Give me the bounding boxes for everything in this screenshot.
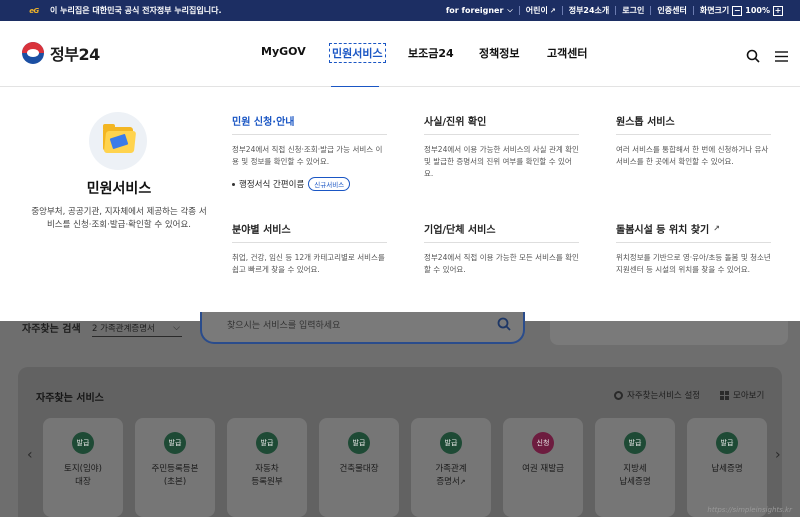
menu-link-category[interactable]: 분야별 서비스 <box>232 220 387 237</box>
issue-badge: 발급 <box>348 432 370 454</box>
nav-civil-service[interactable]: 민원서비스 <box>329 43 386 63</box>
carousel-prev-icon[interactable]: ‹ <box>27 447 33 463</box>
service-card-label: 여권 재발급 <box>522 464 564 474</box>
carousel-next-icon[interactable]: › <box>775 447 781 463</box>
apply-badge: 신청 <box>532 432 554 454</box>
menu-link-care-location[interactable]: 돌봄시설 등 위치 찾기 ↗ <box>616 220 771 237</box>
service-card-label: 건축물대장 <box>339 464 379 474</box>
service-card-label: 지방세 납세증명 <box>619 464 651 487</box>
frequent-services-setting-button[interactable]: 자주찾는서비스 설정 <box>614 389 700 401</box>
mega-menu-description: 중앙부처, 공공기관, 지자체에서 제공하는 각종 서비스를 신청·조회·발급·… <box>31 207 207 230</box>
menu-section-civil-apply: 민원 신청·안내 정부24에서 직접 신청·조회·발급 가능 서비스 이용 및 … <box>232 112 387 191</box>
search-placeholder: 찾으시는 서비스를 입력하세요 <box>227 321 341 331</box>
service-card[interactable]: 신청 여권 재발급 <box>503 418 583 517</box>
login-link[interactable]: 로그인 <box>616 5 650 16</box>
section-description: 정부24에서 직접 신청·조회·발급 가능 서비스 이용 및 정보를 확인할 수… <box>232 145 383 166</box>
egov-logo: eG <box>29 6 39 15</box>
service-card[interactable]: 발급 자동차 등록원부 <box>227 418 307 517</box>
side-card <box>550 321 788 345</box>
view-all-button[interactable]: 모아보기 <box>720 389 764 401</box>
mega-menu-title: 민원서비스 <box>86 181 152 197</box>
menu-section-onestop: 원스톱 서비스 여러 서비스를 통합해서 한 번에 신청하거나 유사 서비스를 … <box>616 112 771 168</box>
menu-section-fact-check: 사실/진위 확인 정부24에서 이용 가능한 서비스의 사실 관계 확인 및 발… <box>424 112 579 180</box>
issue-badge: 발급 <box>624 432 646 454</box>
new-service-badge: 신규서비스 <box>308 177 351 191</box>
bullet-icon <box>232 182 235 186</box>
nav-mygov[interactable]: MyGOV <box>261 45 306 58</box>
issue-badge: 발급 <box>256 432 278 454</box>
nav-subsidy24[interactable]: 보조금24 <box>408 45 454 61</box>
foreigner-link[interactable]: for foreigner ⌵ <box>440 6 519 15</box>
cert-center-link[interactable]: 인증센터 <box>651 5 692 16</box>
service-card-label: 자동차 등록원부 <box>251 464 283 487</box>
service-card-label: 주민등록등본 (초본) <box>151 464 199 487</box>
service-card-label: 토지(임야) 대장 <box>64 464 102 487</box>
service-search-input[interactable]: 찾으시는 서비스를 입력하세요 <box>200 312 525 344</box>
main-nav: MyGOV 민원서비스 보조금24 정책정보 고객센터 <box>0 43 800 88</box>
menu-link-civil-apply[interactable]: 민원 신청·안내 <box>232 112 387 129</box>
issue-badge: 발급 <box>440 432 462 454</box>
section-description: 정부24에서 이용 가능한 서비스의 사실 관계 확인 및 발급한 증명서의 진… <box>424 145 579 178</box>
zoom-in-button[interactable]: + <box>773 5 783 16</box>
section-description: 취업, 건강, 임신 등 12개 카테고리별로 서비스를 쉽고 빠르게 찾을 수… <box>232 253 385 274</box>
search-icon[interactable] <box>497 316 511 335</box>
zoom-control: 화면크기 − 100% + <box>694 5 792 16</box>
section-description: 정부24에서 직접 이용 가능한 모든 서비스를 확인할 수 있어요. <box>424 253 579 274</box>
zoom-label: 화면크기 <box>699 6 730 15</box>
search-icon[interactable] <box>746 48 760 67</box>
menu-link-form-easy[interactable]: 행정서식 간편이름 신규서비스 <box>232 177 387 191</box>
gov-notice-bar: eG 이 누리집은 대한민국 공식 전자정부 누리집입니다. for forei… <box>0 0 800 21</box>
frequent-search-select[interactable]: 2 가족관계증명서 ⌵ <box>92 320 182 337</box>
zoom-value: 100% <box>745 6 770 15</box>
kids-link[interactable]: 어린이 ↗ <box>520 5 562 16</box>
menu-section-care-location: 돌봄시설 등 위치 찾기 ↗ 위치정보를 기반으로 영·유아/초등 돌봄 및 청소… <box>616 220 771 276</box>
service-card[interactable]: 발급 주민등록등본 (초본) <box>135 418 215 517</box>
section-description: 위치정보를 기반으로 영·유아/초등 돌봄 및 청소년 지원센터 등 시설의 위… <box>616 253 771 274</box>
about-link[interactable]: 정부24소개 <box>563 5 616 16</box>
service-card[interactable]: 발급 가족관계 증명서↗ <box>411 418 491 517</box>
menu-link-onestop[interactable]: 원스톱 서비스 <box>616 112 771 129</box>
site-header: 정부24 MyGOV 민원서비스 보조금24 정책정보 고객센터 <box>0 21 800 88</box>
nav-policy-info[interactable]: 정책정보 <box>479 45 519 61</box>
service-card-label: 납세증명 <box>711 464 743 474</box>
issue-badge: 발급 <box>164 432 186 454</box>
service-card[interactable]: 발급 지방세 납세증명 <box>595 418 675 517</box>
menu-section-category: 분야별 서비스 취업, 건강, 임신 등 12개 카테고리별로 서비스를 쉽고 … <box>232 220 387 276</box>
chevron-down-icon: ⌵ <box>507 6 513 14</box>
frequent-services-title: 자주찾는 서비스 <box>36 393 104 404</box>
grid-icon <box>720 390 729 400</box>
chevron-down-icon: ⌵ <box>173 323 180 333</box>
watermark: https://simpleinsights.kr <box>707 506 792 514</box>
external-link-icon: ↗ <box>713 224 720 233</box>
service-card-label: 가족관계 증명서↗ <box>435 464 467 487</box>
menu-link-business[interactable]: 기업/단체 서비스 <box>424 220 579 237</box>
frequent-search-label: 자주찾는 검색 <box>22 324 81 335</box>
nav-customer-center[interactable]: 고객센터 <box>547 45 587 61</box>
service-card[interactable]: 발급 건축물대장 <box>319 418 399 517</box>
menu-section-business: 기업/단체 서비스 정부24에서 직접 이용 가능한 모든 서비스를 확인할 수… <box>424 220 579 276</box>
service-card[interactable]: 발급 토지(임야) 대장 <box>43 418 123 517</box>
external-link-icon: ↗ <box>459 478 466 486</box>
gear-icon <box>614 390 623 400</box>
menu-icon[interactable] <box>775 48 788 67</box>
section-description: 여러 서비스를 통합해서 한 번에 신청하거나 유사 서비스를 한 곳에서 확인… <box>616 145 769 166</box>
utility-links: for foreigner ⌵ 어린이 ↗ 정부24소개 로그인 인증센터 화면크기… <box>440 0 792 21</box>
issue-badge: 발급 <box>72 432 94 454</box>
external-link-icon: ↗ <box>549 6 556 15</box>
folder-icon <box>89 112 147 170</box>
issue-badge: 발급 <box>716 432 738 454</box>
zoom-out-button[interactable]: − <box>732 5 743 16</box>
service-card[interactable]: 발급 납세증명 <box>687 418 767 517</box>
gov-notice-text: 이 누리집은 대한민국 공식 전자정부 누리집입니다. <box>50 6 222 15</box>
menu-link-fact-check[interactable]: 사실/진위 확인 <box>424 112 579 129</box>
